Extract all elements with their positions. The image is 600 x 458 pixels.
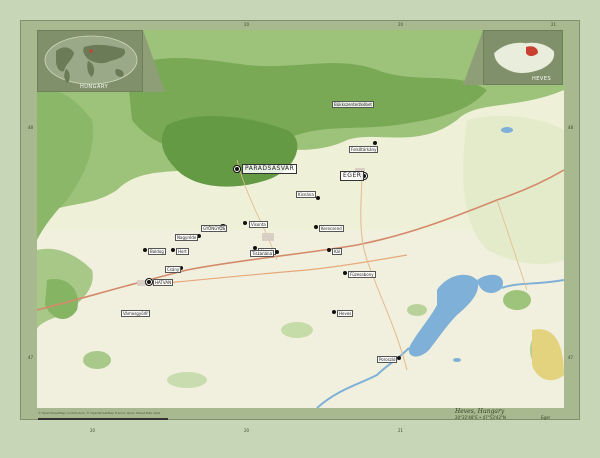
country-inset-map: HEVES (483, 30, 563, 85)
tick-left-2: 47 (28, 355, 34, 360)
place-marker (397, 356, 401, 360)
country-inset-pointer (463, 30, 483, 85)
place-marker (171, 248, 175, 252)
tick-top-1: 20 (244, 22, 250, 27)
tick-bottom-2: 20 (244, 428, 250, 433)
place-label: Tiszanána (250, 250, 275, 257)
place-label: Boldog (148, 248, 166, 255)
tick-right-2: 47 (568, 355, 574, 360)
place-marker (332, 310, 336, 314)
place-marker (316, 196, 320, 200)
place-label: Kerecsend (319, 225, 344, 232)
capital-name: Eger (541, 415, 551, 420)
place-marker (327, 248, 331, 252)
place-label: Csány (165, 266, 182, 273)
place-label: Hort (176, 248, 189, 255)
place-marker (314, 225, 318, 229)
place-label: Füzesabony (348, 271, 376, 278)
map-attribution: © OpenStreetMap contributors, © OpenStre… (38, 411, 161, 415)
place-label: HATVAN (153, 279, 174, 286)
place-marker (373, 141, 377, 145)
place-label: Heves (337, 310, 354, 317)
capital-coordinates: 20°22'48"E • 47°53'42"N (455, 415, 506, 420)
place-marker (275, 250, 279, 254)
place-label: Nagyréde (175, 234, 199, 241)
place-label: EGER (340, 171, 365, 181)
world-inset-label: HUNGARY (80, 84, 109, 90)
tick-bottom-1: 20 (90, 428, 96, 433)
place-label: Kisnána (296, 191, 316, 198)
place-label: GYÖNGYÖS (201, 225, 228, 232)
region-name: Heves, Hungary (455, 408, 505, 415)
place-marker (243, 221, 247, 225)
place-label: Kál (332, 248, 343, 255)
world-inset-map: HUNGARY (37, 30, 143, 92)
tick-top-2: 20 (398, 22, 404, 27)
place-marker (234, 166, 240, 172)
place-label: PARÁDSASVÁR (242, 164, 298, 174)
place-marker (343, 271, 347, 275)
inset-pointer (143, 30, 165, 92)
scale-bar (38, 418, 168, 420)
place-label: Felsőtárkány (349, 146, 379, 153)
country-inset-label: HEVES (532, 76, 552, 82)
place-label: Bükkszenterzsébet (332, 101, 374, 108)
tick-left-1: 48 (28, 125, 34, 130)
tick-right-1: 48 (568, 125, 574, 130)
place-marker (146, 279, 152, 285)
country-inset-graphic (493, 42, 555, 74)
place-label: Visonta (249, 221, 268, 228)
place-label: Poroszló (377, 356, 398, 363)
place-label: Vámosgyörk (121, 310, 150, 317)
tick-top-3: 21 (551, 22, 557, 27)
place-marker (143, 248, 147, 252)
tick-bottom-3: 21 (398, 428, 404, 433)
